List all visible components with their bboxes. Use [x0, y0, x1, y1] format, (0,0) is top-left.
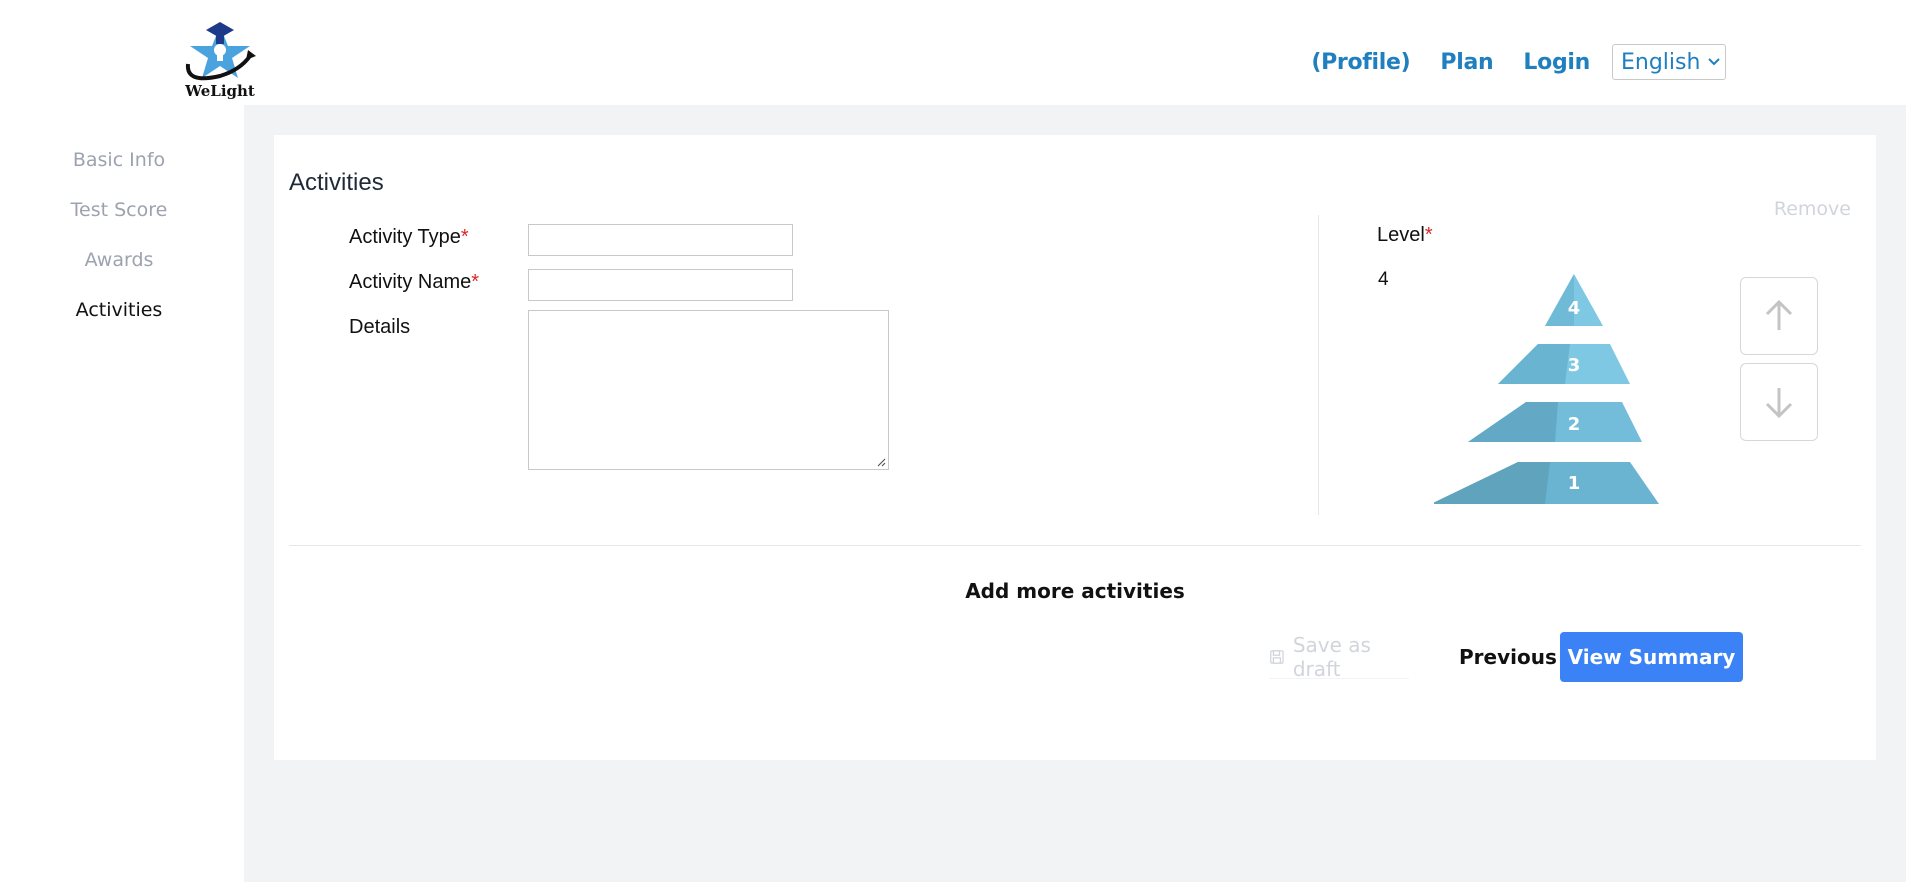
floppy-disk-icon [1270, 649, 1284, 664]
page-title: Activities [289, 169, 384, 196]
details-label: Details [349, 316, 411, 338]
details-textarea[interactable] [528, 310, 889, 470]
add-more-activities-button[interactable]: Add more activities [274, 579, 1876, 603]
arrow-down-icon [1765, 388, 1793, 419]
arrow-up-icon [1765, 299, 1793, 330]
save-as-draft-label: Save as draft [1292, 632, 1371, 681]
required-mark: * [460, 226, 469, 248]
sidebar-item-activities[interactable]: Activities [0, 299, 238, 321]
welight-logo[interactable]: WeLight [180, 20, 260, 104]
vertical-divider [1318, 215, 1319, 515]
required-mark: * [1424, 224, 1433, 246]
activity-type-input[interactable] [528, 224, 793, 256]
level-up-button[interactable] [1740, 277, 1818, 355]
level-pyramid[interactable]: 4 3 2 1 [1434, 274, 1714, 514]
language-select[interactable]: English [1612, 44, 1726, 80]
top-header: WeLight (Profile) Plan Login English [0, 0, 1906, 105]
activity-name-label: Activity Name* [349, 271, 479, 294]
nav-profile-link[interactable]: (Profile) [1311, 50, 1410, 75]
view-summary-button[interactable]: View Summary [1560, 632, 1743, 682]
activity-name-input[interactable] [528, 269, 793, 301]
save-as-draft-button[interactable]: Save as draft [1269, 632, 1409, 681]
sidebar-item-awards[interactable]: Awards [0, 249, 238, 271]
language-selected: English [1621, 49, 1701, 75]
remove-button[interactable]: Remove [1774, 198, 1851, 220]
activity-type-label-text: Activity Type [349, 226, 461, 248]
sidebar-item-test-score[interactable]: Test Score [0, 199, 238, 221]
main-area: Activities Remove Activity Type* Activit… [244, 105, 1906, 882]
required-mark: * [471, 271, 480, 293]
top-nav: (Profile) Plan Login English [1311, 44, 1726, 80]
activity-name-label-text: Activity Name [349, 271, 472, 293]
section-divider [289, 545, 1861, 546]
level-value: 4 [1378, 269, 1389, 290]
level-label-text: Level [1377, 224, 1425, 246]
activities-card: Activities Remove Activity Type* Activit… [274, 135, 1876, 760]
nav-plan-link[interactable]: Plan [1440, 50, 1493, 75]
logo-text: WeLight [185, 82, 255, 100]
level-label: Level* [1377, 224, 1433, 247]
sidebar: Basic Info Test Score Awards Activities [0, 105, 244, 882]
pyramid-label-2: 2 [1568, 414, 1581, 435]
pyramid-label-4: 4 [1568, 298, 1581, 319]
pyramid-label-3: 3 [1568, 355, 1581, 376]
activity-type-label: Activity Type* [349, 226, 469, 249]
sidebar-item-basic-info[interactable]: Basic Info [0, 149, 238, 171]
logo-star-icon [185, 22, 256, 81]
resize-handle-icon[interactable] [876, 457, 886, 467]
level-down-button[interactable] [1740, 363, 1818, 441]
nav-login-link[interactable]: Login [1523, 50, 1590, 75]
previous-button[interactable]: Previous [1459, 645, 1557, 669]
chevron-down-icon [1708, 54, 1721, 70]
pyramid-label-1: 1 [1568, 473, 1581, 494]
